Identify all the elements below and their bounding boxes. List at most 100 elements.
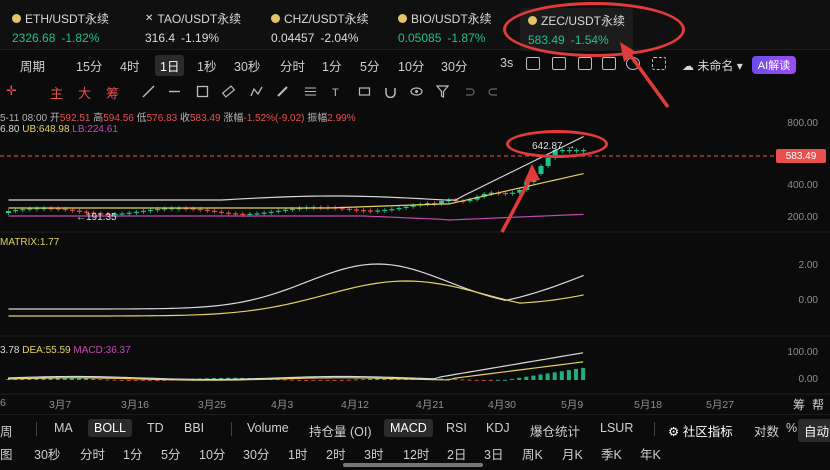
community-indicators[interactable]: ⚙ 社区指标	[668, 421, 733, 440]
per-5m[interactable]: 5分	[161, 444, 180, 463]
per-year[interactable]: 年K	[640, 444, 661, 463]
ind-kdj[interactable]: KDJ	[486, 421, 510, 435]
tf-4h[interactable]: 4时	[120, 56, 139, 75]
ticker-chz[interactable]: CHZ/USDT永续 0.04457 -2.04%	[271, 10, 369, 45]
fullscreen-icon[interactable]	[652, 57, 666, 70]
period-label[interactable]: 周期	[20, 56, 45, 75]
ruler-icon[interactable]	[222, 85, 235, 98]
ticker-price: 316.4	[145, 31, 176, 45]
chips-label[interactable]: 筹	[793, 396, 805, 413]
tf-3s[interactable]: 3s	[500, 56, 513, 70]
per-3h[interactable]: 3时	[364, 444, 383, 463]
ind-bbi[interactable]: BBI	[184, 421, 204, 435]
ind-lsur[interactable]: LSUR	[600, 421, 633, 435]
per-30m[interactable]: 30分	[243, 444, 269, 463]
ind-liquidation[interactable]: 爆仓统计	[530, 421, 580, 440]
pattern-icon[interactable]	[250, 85, 263, 98]
macd-bar	[545, 373, 550, 380]
tf-1m[interactable]: 1分	[322, 56, 341, 75]
tf-10m[interactable]: 10分	[398, 56, 424, 75]
per-12h[interactable]: 12时	[403, 444, 429, 463]
layout-icon[interactable]	[578, 57, 592, 70]
edit-icon[interactable]	[552, 57, 566, 70]
per-1m[interactable]: 1分	[123, 444, 142, 463]
tf-30m[interactable]: 30分	[441, 56, 467, 75]
filter-icon[interactable]	[436, 85, 449, 98]
ind-left-edge[interactable]: 周	[0, 421, 13, 440]
ticker-zec[interactable]: ZEC/USDT永续 583.49 -1.54%	[520, 8, 634, 51]
macd-bar	[311, 379, 316, 381]
ind-td[interactable]: TD	[147, 421, 164, 435]
per-left-edge[interactable]: 图	[0, 444, 13, 463]
per-week[interactable]: 周K	[522, 444, 543, 463]
tf-30s[interactable]: 30秒	[234, 56, 260, 75]
candle	[261, 212, 267, 214]
macd-bar	[346, 379, 351, 381]
macd-bar	[574, 369, 578, 380]
pen-icon[interactable]	[276, 85, 289, 98]
ticker-bio[interactable]: BIO/USDT永续 0.05085 -1.87%	[398, 10, 492, 45]
tf-1s[interactable]: 1秒	[197, 56, 216, 75]
magnet-icon[interactable]	[384, 85, 397, 98]
per-1h[interactable]: 1时	[288, 444, 307, 463]
tf-5m[interactable]: 5分	[360, 56, 379, 75]
ind-oi[interactable]: 持仓量 (OI)	[309, 421, 372, 440]
per-quarter[interactable]: 季K	[601, 444, 622, 463]
per-3d[interactable]: 3日	[484, 444, 503, 463]
auto-toggle[interactable]: 自动	[798, 419, 830, 442]
draw-chip-button[interactable]: 筹	[106, 83, 119, 102]
per-2h[interactable]: 2时	[326, 444, 345, 463]
x-axis-label: 5月18	[634, 399, 663, 411]
macd-pane	[6, 352, 586, 381]
ind-boll[interactable]: BOLL	[88, 419, 132, 437]
per-10m[interactable]: 10分	[199, 444, 225, 463]
eye-icon[interactable]	[410, 85, 423, 98]
ticker-price: 583.49	[528, 33, 565, 47]
per-timeline[interactable]: 分时	[80, 444, 105, 463]
high-marker: 642.87 →	[532, 141, 576, 152]
draw-big-button[interactable]: 大	[78, 83, 91, 102]
pct-toggle[interactable]: %	[786, 421, 797, 435]
per-30s[interactable]: 30秒	[34, 444, 60, 463]
layout-name[interactable]: ☁ 未命名 ▾	[682, 57, 743, 74]
tf-1d[interactable]: 1日	[155, 55, 185, 76]
rectangle-tool-icon[interactable]	[196, 85, 209, 98]
ticker-eth[interactable]: ETH/USDT永续 2326.68 -1.82%	[12, 10, 109, 45]
text-tool-icon[interactable]: T	[330, 85, 343, 98]
redo-icon[interactable]	[488, 85, 501, 98]
macd-bar	[133, 379, 138, 381]
settings-icon[interactable]	[626, 57, 640, 70]
camera-icon[interactable]	[526, 57, 540, 70]
candle	[439, 200, 445, 204]
line-tool-icon[interactable]	[142, 85, 155, 98]
per-month[interactable]: 月K	[562, 444, 583, 463]
log-toggle[interactable]: 对数	[754, 421, 779, 440]
macd-axis-label: 100.00	[787, 347, 818, 358]
main-pane	[6, 135, 587, 221]
price-axis-label: 400.00	[787, 180, 818, 191]
cursor-icon[interactable]: ✛	[6, 83, 17, 99]
candle	[275, 210, 281, 212]
measure-icon[interactable]	[358, 85, 371, 98]
help-label[interactable]: 帮	[812, 396, 824, 413]
trix-label: MATRIX:1.77	[0, 237, 60, 248]
ind-ma[interactable]: MA	[54, 421, 73, 435]
kline-chart[interactable]	[0, 104, 830, 412]
macd-dif-line	[7, 352, 584, 381]
candle	[226, 212, 232, 214]
ai-interpret-button[interactable]: AI解读	[752, 56, 796, 74]
tf-15m[interactable]: 15分	[76, 56, 102, 75]
ind-volume[interactable]: Volume	[247, 421, 289, 435]
draw-main-button[interactable]: 主	[50, 83, 63, 102]
undo-icon[interactable]	[462, 85, 475, 98]
window-icon[interactable]	[602, 57, 616, 70]
x-axis-label: 3月16	[121, 399, 150, 411]
x-axis-label: 4月12	[341, 399, 370, 411]
per-2d[interactable]: 2日	[447, 444, 466, 463]
fib-icon[interactable]	[304, 85, 317, 98]
ind-rsi[interactable]: RSI	[446, 421, 467, 435]
ind-macd[interactable]: MACD	[384, 419, 433, 437]
horizontal-line-icon[interactable]	[168, 85, 181, 98]
ticker-tao[interactable]: ✕ TAO/USDT永续 316.4 -1.19%	[145, 10, 241, 45]
tf-timeline[interactable]: 分时	[280, 56, 305, 75]
